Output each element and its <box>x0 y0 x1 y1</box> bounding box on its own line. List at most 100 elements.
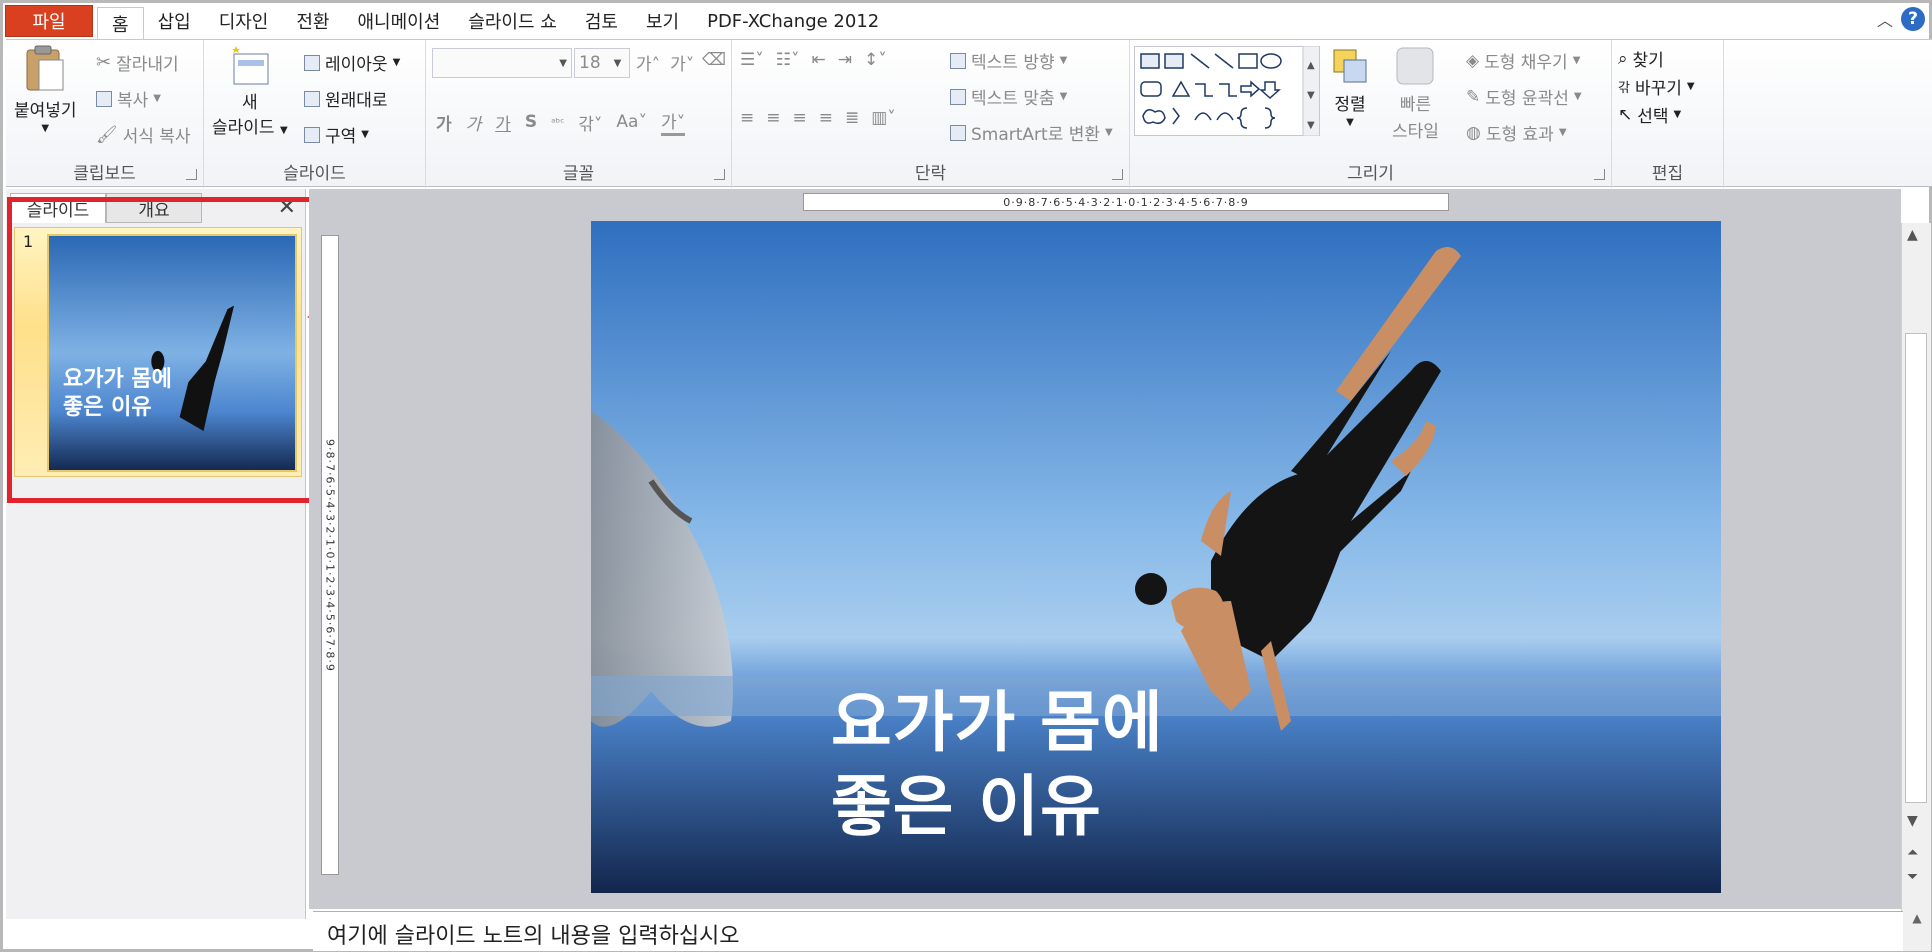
char-spacing-icon[interactable]: 갂˅ <box>578 110 602 135</box>
collapse-ribbon-icon[interactable]: ︿ <box>1877 7 1893 31</box>
tab-insert[interactable]: 삽입 <box>144 3 205 39</box>
distribute-icon[interactable]: ≣ <box>845 108 859 128</box>
slides-group-label: 슬라이드 <box>283 164 346 184</box>
find-button[interactable]: ⌕ 찾기 <box>1618 46 1664 72</box>
format-painter-button[interactable]: 🖌 서식 복사 <box>96 122 191 148</box>
bullets-icon[interactable]: ☰˅ <box>740 50 764 70</box>
tab-animations[interactable]: 애니메이션 <box>344 3 455 39</box>
copy-icon <box>96 90 112 107</box>
previous-slide-icon[interactable]: ⏶ <box>1907 845 1918 861</box>
align-text-button[interactable]: 텍스트 맞춤 ▼ <box>950 84 1067 109</box>
shapes-gallery[interactable]: ▲ ▼ ▼ <box>1134 46 1320 136</box>
vertical-ruler: 9·8·7·6·5·4·3·2·1·0·1·2·3·4·5·6·7·8·9 <box>321 235 339 875</box>
layout-button[interactable]: 레이아웃 ▼ <box>304 50 400 75</box>
shape-effects-button[interactable]: ◍ 도형 효과 ▼ <box>1466 120 1567 146</box>
font-color-icon[interactable]: 가˅ <box>660 108 686 136</box>
slide-canvas[interactable]: 요가가 몸에 좋은 이유 <box>591 221 1721 893</box>
clipboard-group: 붙여넣기 ▼ ✂ 잘라내기 복사 ▼ 🖌 서식 복사 클립보드 <box>6 40 204 188</box>
italic-icon[interactable]: 가 <box>466 110 482 135</box>
clear-format-icon[interactable]: ⌫ <box>702 50 726 70</box>
shape-fill-button[interactable]: ◈ 도형 채우기 ▼ <box>1466 48 1580 74</box>
align-center-icon[interactable]: ≡ <box>766 108 780 128</box>
paragraph-launcher-icon[interactable] <box>1112 169 1123 180</box>
tab-design[interactable]: 디자인 <box>205 3 283 39</box>
drawing-launcher-icon[interactable] <box>1594 169 1605 180</box>
paint-bucket-icon: ◈ <box>1466 50 1480 71</box>
increase-indent-icon[interactable]: ⇥ <box>838 50 852 70</box>
line-spacing-icon[interactable]: ↕˅ <box>864 50 887 70</box>
scroll-up-icon[interactable]: ▲ <box>1907 227 1918 243</box>
align-right-icon[interactable]: ≡ <box>793 108 807 128</box>
font-size-buttons: 가˄ 가˅ <box>636 50 694 75</box>
vertical-scrollbar[interactable]: ▲ ▼ ⏶ ⏷ <box>1901 223 1931 913</box>
help-icon[interactable]: ? <box>1901 7 1925 31</box>
svg-text:▼: ▼ <box>1307 90 1315 101</box>
next-slide-icon[interactable]: ⏷ <box>1907 869 1918 885</box>
smartart-button[interactable]: SmartArt로 변환 ▼ <box>950 120 1113 145</box>
layout-icon <box>304 54 320 71</box>
binoculars-icon: ⌕ <box>1618 48 1628 69</box>
section-button[interactable]: 구역 ▼ <box>304 122 369 147</box>
paste-icon <box>26 45 64 91</box>
font-size-combobox[interactable]: 18 ▼ <box>574 48 630 78</box>
bold-icon[interactable]: 가 <box>436 110 452 135</box>
copy-button[interactable]: 복사 ▼ <box>96 86 161 111</box>
new-slide-icon <box>231 46 269 85</box>
tab-review[interactable]: 검토 <box>571 3 632 39</box>
tab-slideshow[interactable]: 슬라이드 쇼 <box>454 3 571 39</box>
font-group: ▼ 18 ▼ 가˄ 가˅ ⌫ 가 가 가 S ᵃᵇᶜ 갂˅ Aa˅ 가˅ 글꼴 <box>426 40 732 188</box>
paste-button[interactable]: 붙여넣기 ▼ <box>14 44 77 134</box>
underline-icon[interactable]: 가 <box>495 110 511 135</box>
shape-outline-button[interactable]: ✎ 도형 윤곽선 ▼ <box>1466 84 1582 110</box>
tab-home[interactable]: 홈 <box>97 7 144 40</box>
align-left-icon[interactable]: ≡ <box>740 108 754 128</box>
decrease-indent-icon[interactable]: ⇤ <box>812 50 826 70</box>
columns-icon[interactable]: ▥˅ <box>871 108 896 128</box>
scrollbar-thumb[interactable] <box>1905 333 1927 803</box>
brush-icon: 🖌 <box>96 124 118 145</box>
numbering-icon[interactable]: ☷˅ <box>776 50 800 70</box>
font-group-label: 글꼴 <box>562 164 595 184</box>
editing-group: ⌕ 찾기 갂 바꾸기 ▼ ↖ 선택 ▼ 편집 <box>1612 40 1724 188</box>
slide-title[interactable]: 요가가 몸에 좋은 이유 <box>831 681 1164 849</box>
select-button[interactable]: ↖ 선택 ▼ <box>1618 102 1681 128</box>
notes-pane[interactable]: 여기에 슬라이드 노트의 내용을 입력하십시오 <box>313 911 1903 951</box>
quick-styles-button[interactable]: 빠른 스타일 <box>1392 44 1439 142</box>
tab-view[interactable]: 보기 <box>632 3 693 39</box>
drawing-group: ▲ ▼ ▼ 정렬 ▼ 빠른 스타일 ◈ 도형 채우기 ▼ ✎ 도형 윤곽선 ▼ … <box>1130 40 1612 188</box>
ribbon-tab-bar: 파일 홈 삽입 디자인 전환 애니메이션 슬라이드 쇼 검토 보기 PDF-XC… <box>3 3 1929 40</box>
tab-pdfxchange[interactable]: PDF-XChange 2012 <box>693 3 893 39</box>
grow-font-icon[interactable]: 가˄ <box>636 50 660 75</box>
effects-icon: ◍ <box>1466 122 1481 143</box>
reset-button[interactable]: 원래대로 <box>304 86 388 111</box>
paragraph-group: ☰˅ ☷˅ ⇤ ⇥ ↕˅ ≡ ≡ ≡ ≡ ≣ ▥˅ 텍스트 방향 ▼ 텍스트 맞… <box>732 40 1130 188</box>
slides-group: 새 슬라이드 ▼ 레이아웃 ▼ 원래대로 구역 ▼ 슬라이드 <box>204 40 426 188</box>
scroll-down-icon[interactable]: ▼ <box>1907 813 1918 829</box>
font-name-combobox[interactable]: ▼ <box>432 48 572 78</box>
tab-transitions[interactable]: 전환 <box>282 3 343 39</box>
replace-button[interactable]: 갂 바꾸기 ▼ <box>1618 74 1695 99</box>
arrange-button[interactable]: 정렬 ▼ <box>1328 44 1372 128</box>
notes-placeholder: 여기에 슬라이드 노트의 내용을 입력하십시오 <box>327 924 740 949</box>
cut-button[interactable]: ✂ 잘라내기 <box>96 50 179 75</box>
shrink-font-icon[interactable]: 가˅ <box>670 50 694 75</box>
editing-group-label: 편집 <box>1651 164 1684 184</box>
notes-scrollbar[interactable]: ▲ <box>1903 911 1931 951</box>
strikethrough-icon[interactable]: ᵃᵇᶜ <box>551 116 564 129</box>
section-icon <box>304 126 320 143</box>
text-direction-button[interactable]: 텍스트 방향 ▼ <box>950 48 1067 73</box>
justify-icon[interactable]: ≡ <box>819 108 833 128</box>
clipboard-launcher-icon[interactable] <box>186 169 197 180</box>
new-slide-button[interactable]: 새 슬라이드 ▼ <box>212 44 288 138</box>
reset-icon <box>304 90 320 107</box>
shadow-icon[interactable]: S <box>525 112 537 132</box>
list-buttons: ☰˅ ☷˅ ⇤ ⇥ ↕˅ <box>740 50 887 70</box>
change-case-icon[interactable]: Aa˅ <box>616 112 647 132</box>
highlight-box <box>7 197 327 503</box>
file-tab[interactable]: 파일 <box>5 5 93 37</box>
font-launcher-icon[interactable] <box>714 169 725 180</box>
ribbon: 붙여넣기 ▼ ✂ 잘라내기 복사 ▼ 🖌 서식 복사 클립보드 새 슬라이드 ▼… <box>6 39 1932 188</box>
align-buttons: ≡ ≡ ≡ ≡ ≣ ▥˅ <box>740 108 896 128</box>
align-text-icon <box>950 88 966 105</box>
scissors-icon: ✂ <box>96 52 112 73</box>
